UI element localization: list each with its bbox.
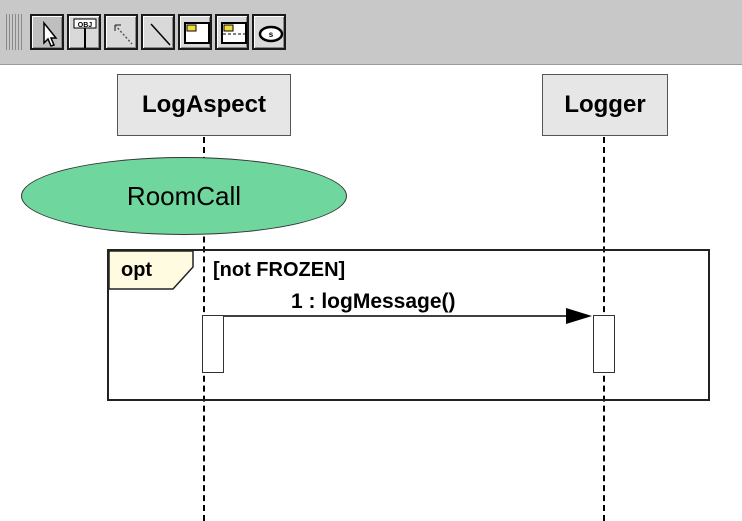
select-tool-button[interactable]	[30, 14, 64, 50]
ellipse-icon-label: s	[269, 30, 274, 39]
object-icon-label: OBJ	[78, 22, 93, 29]
fragment-icon	[221, 22, 247, 44]
fragment-tool-button[interactable]	[215, 14, 249, 50]
ellipse-icon: s	[258, 25, 284, 43]
message-label[interactable]: 1 : logMessage()	[291, 290, 456, 314]
pointer-icon	[43, 20, 58, 47]
toolbar-grip[interactable]	[6, 14, 24, 50]
interaction-use-tool-button[interactable]: s	[252, 14, 286, 50]
note-icon	[184, 22, 210, 44]
object-icon: OBJ	[73, 18, 97, 48]
diagram-canvas[interactable]: LogAspect Logger RoomCall opt [not FROZE…	[0, 64, 742, 521]
dashed-line-tool-button[interactable]	[104, 14, 138, 50]
note-tool-button[interactable]	[178, 14, 212, 50]
toolbar: OBJ s	[0, 0, 742, 65]
message-arrowhead	[566, 308, 592, 324]
dashed-line-icon	[114, 24, 133, 45]
message-line-tool-button[interactable]	[141, 14, 175, 50]
line-icon	[150, 23, 171, 46]
object-lifeline-tool-button[interactable]: OBJ	[67, 14, 101, 50]
